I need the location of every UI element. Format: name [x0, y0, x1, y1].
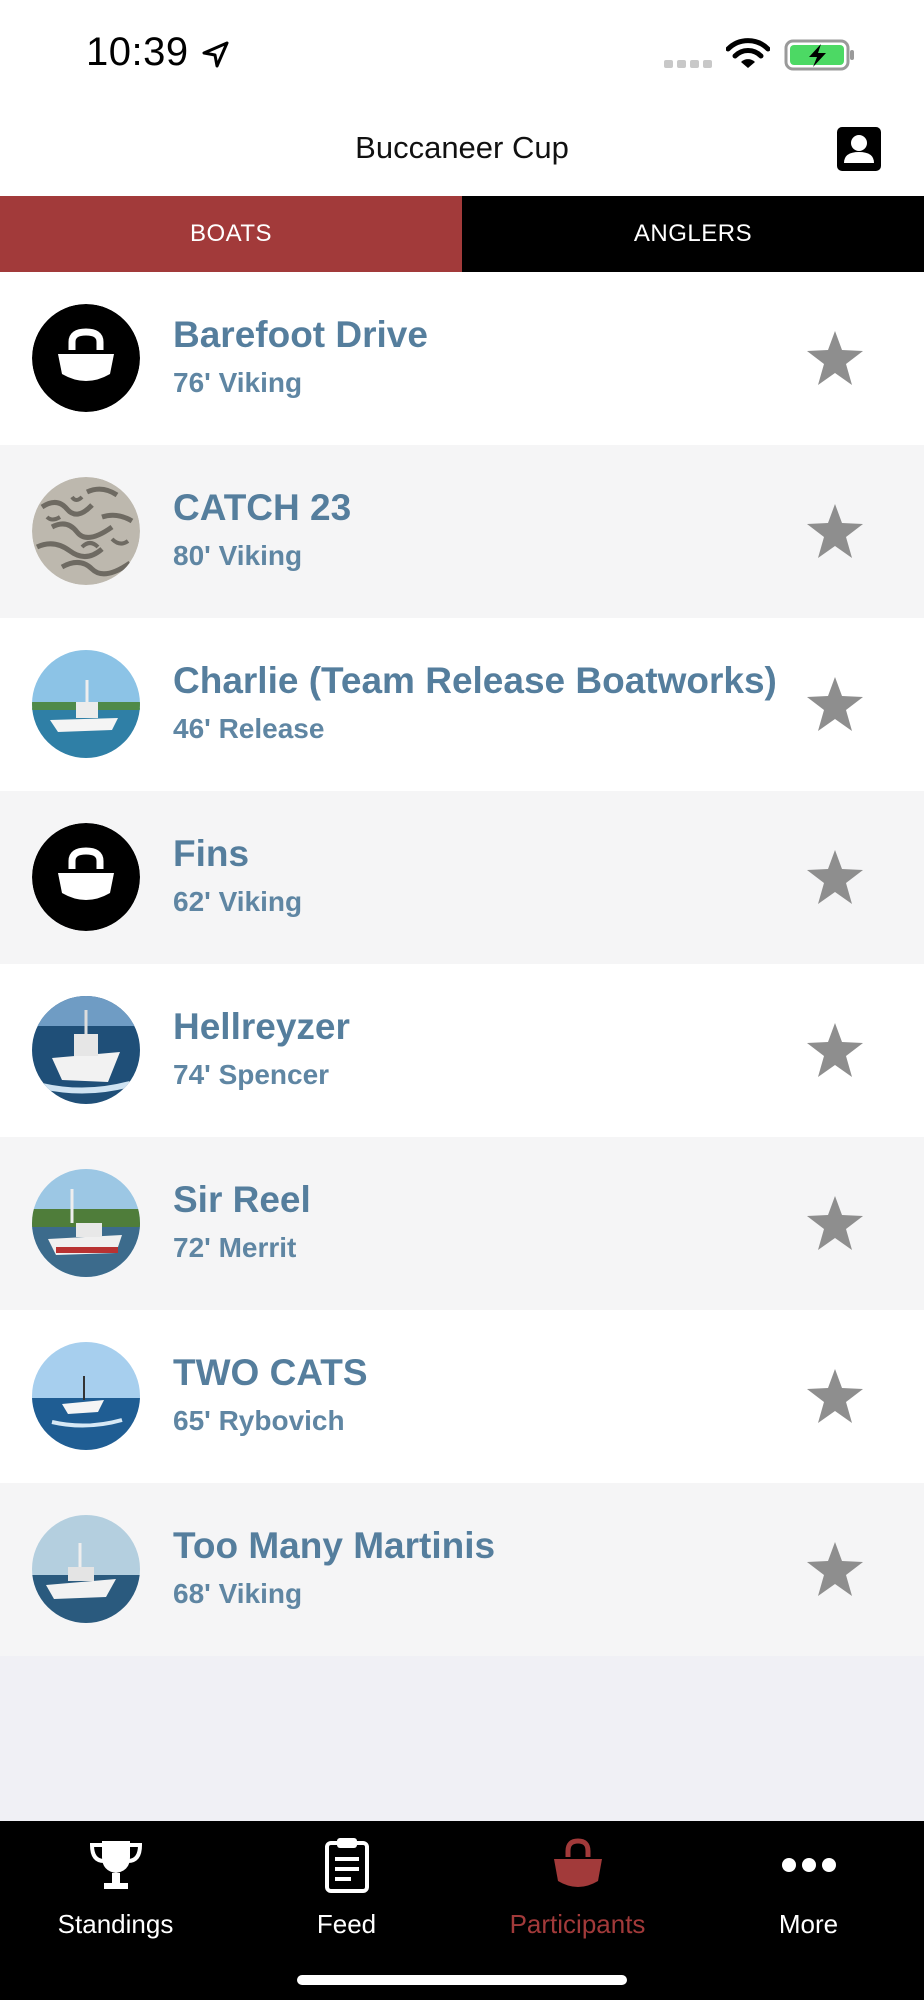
list-item[interactable]: Barefoot Drive 76' Viking [0, 272, 924, 445]
pattern-photo [32, 477, 140, 585]
boat-photo [32, 1169, 140, 1277]
page-title: Buccaneer Cup [355, 130, 569, 165]
clipboard-icon [324, 1838, 369, 1893]
boat-name: Barefoot Drive [173, 314, 428, 355]
nav-more[interactable]: More [693, 1821, 924, 1961]
boat-photo-avatar [32, 1515, 140, 1623]
list-item[interactable]: Charlie (Team Release Boatworks) 46' Rel… [0, 618, 924, 791]
list-item[interactable]: Hellreyzer 74' Spencer [0, 964, 924, 1137]
boat-name: Sir Reel [173, 1179, 311, 1220]
list-item[interactable]: TWO CATS 65' Rybovich [0, 1310, 924, 1483]
nav-feed[interactable]: Feed [231, 1821, 462, 1961]
boat-detail: 46' Release [173, 713, 325, 744]
star-icon[interactable] [806, 503, 864, 559]
boat-photo [32, 996, 140, 1104]
bottom-tab-bar: Standings Feed Participants More [0, 1821, 924, 2000]
star-icon[interactable] [806, 676, 864, 732]
boat-name: TWO CATS [173, 1352, 368, 1393]
home-indicator [297, 1975, 627, 1985]
battery-charging-icon [784, 39, 854, 71]
boat-photo-avatar [32, 650, 140, 758]
boat-photo-avatar [32, 1169, 140, 1277]
nav-label: Standings [57, 1909, 174, 1939]
boat-icon [553, 1838, 602, 1887]
boat-photo-avatar [32, 1342, 140, 1450]
boat-name: Hellreyzer [173, 1006, 350, 1047]
more-dots-icon [781, 1858, 836, 1872]
boat-detail: 76' Viking [173, 367, 303, 398]
profile-icon[interactable] [836, 126, 882, 172]
pattern-photo-avatar [32, 477, 140, 585]
status-time: 10:39 [86, 30, 189, 74]
boat-list: Barefoot Drive 76' Viking CATCH 23 80' V… [0, 272, 924, 1656]
boat-photo [32, 650, 140, 758]
star-icon[interactable] [806, 849, 864, 905]
star-icon[interactable] [806, 1195, 864, 1251]
segment-tabs: BOATS ANGLERS [0, 196, 924, 272]
nav-label: Feed [316, 1909, 377, 1939]
star-icon[interactable] [806, 1541, 864, 1597]
wifi-icon [726, 38, 770, 68]
nav-label: More [778, 1909, 839, 1939]
tab-anglers[interactable]: ANGLERS [462, 196, 924, 272]
list-item[interactable]: Fins 62' Viking [0, 791, 924, 964]
tab-boats[interactable]: BOATS [0, 196, 462, 272]
list-item[interactable]: CATCH 23 80' Viking [0, 445, 924, 618]
boat-name: Fins [173, 833, 250, 874]
boat-detail: 80' Viking [173, 540, 303, 571]
star-icon[interactable] [806, 1022, 864, 1078]
status-bar: 10:39 [0, 0, 924, 110]
trophy-icon [89, 1841, 142, 1889]
boat-detail: 74' Spencer [173, 1059, 330, 1090]
boat-photo-avatar [32, 996, 140, 1104]
boat-name: Charlie (Team Release Boatworks) [173, 660, 777, 701]
boat-logo-avatar [32, 304, 140, 412]
boat-logo-avatar [32, 823, 140, 931]
star-icon[interactable] [806, 1368, 864, 1424]
boat-icon [32, 823, 140, 931]
boat-photo [32, 1515, 140, 1623]
nav-label: Participants [509, 1909, 646, 1939]
boat-name: Too Many Martinis [173, 1525, 496, 1566]
boat-icon [32, 304, 140, 412]
boat-photo [32, 1342, 140, 1450]
list-item[interactable]: Too Many Martinis 68' Viking [0, 1483, 924, 1656]
cellular-signal-icon [664, 60, 712, 68]
location-arrow-icon [202, 41, 229, 68]
list-item[interactable]: Sir Reel 72' Merrit [0, 1137, 924, 1310]
nav-standings[interactable]: Standings [0, 1821, 231, 1961]
header: Buccaneer Cup [0, 110, 924, 196]
boat-detail: 65' Rybovich [173, 1405, 345, 1436]
nav-participants[interactable]: Participants [462, 1821, 693, 1961]
boat-detail: 68' Viking [173, 1578, 303, 1609]
boat-detail: 72' Merrit [173, 1232, 297, 1263]
star-icon[interactable] [806, 330, 864, 386]
boat-name: CATCH 23 [173, 487, 352, 528]
boat-detail: 62' Viking [173, 886, 303, 917]
